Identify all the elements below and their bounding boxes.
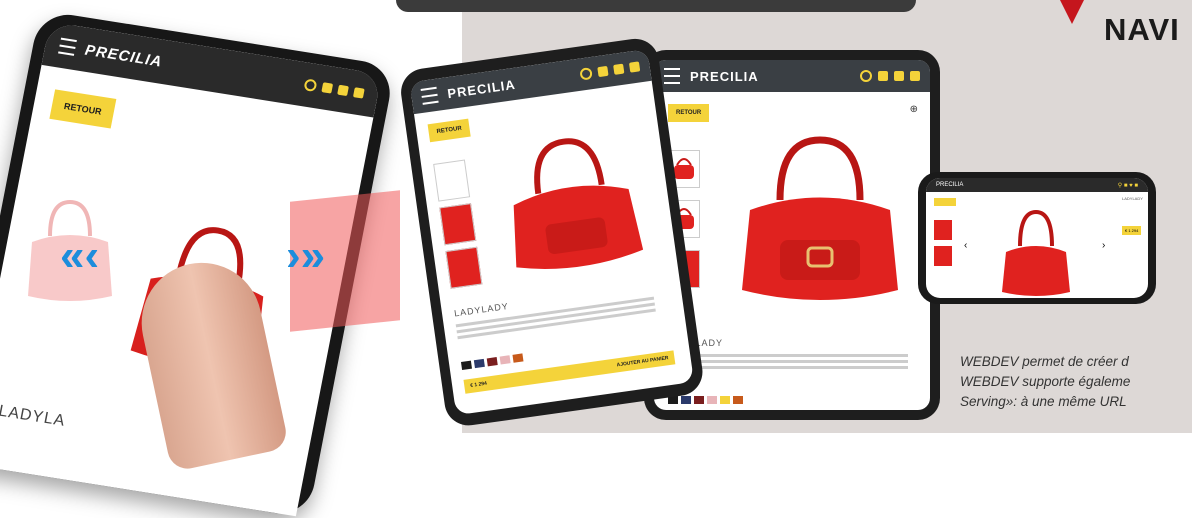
- caption: WEBDEV permet de créer d WEBDEV supporte…: [960, 352, 1192, 412]
- back-button[interactable]: RETOUR: [49, 89, 117, 129]
- swipe-left-icon: «‹: [60, 231, 100, 280]
- brand-logo[interactable]: PRECILIA: [446, 76, 516, 100]
- phone-landscape: PRECILIA ⚲ ■ ♥ ■ ‹ › LADYLADY € 1 294: [918, 172, 1156, 304]
- heart-icon[interactable]: [613, 63, 625, 75]
- next-arrow-icon[interactable]: ›: [1102, 240, 1105, 251]
- swatch-yellow[interactable]: [720, 396, 730, 404]
- header-icons: [303, 78, 365, 99]
- add-to-cart-button[interactable]: AJOUTER AU PANIER: [616, 355, 669, 368]
- menu-icon[interactable]: [420, 86, 439, 105]
- header-icons[interactable]: ⚲ ■ ♥ ■: [1118, 182, 1138, 189]
- back-button[interactable]: RETOUR: [668, 104, 710, 122]
- caption-line-3: Serving»: à une même URL: [960, 394, 1127, 409]
- phone-landscape-screen: PRECILIA ⚲ ■ ♥ ■ ‹ › LADYLADY € 1 294: [926, 178, 1148, 298]
- product-image: [1002, 209, 1070, 296]
- brand-logo[interactable]: PRECILIA: [84, 41, 164, 70]
- red-arrow-icon: [1060, 0, 1084, 24]
- product-name: LADYLA: [0, 402, 67, 430]
- caption-line-2: WEBDEV supporte égaleme: [960, 374, 1131, 389]
- thumbnail-2[interactable]: [439, 203, 477, 246]
- swatch-bordeaux[interactable]: [486, 357, 498, 367]
- thumbnail-1[interactable]: [433, 159, 471, 202]
- color-swatches[interactable]: [460, 353, 524, 370]
- search-icon[interactable]: [579, 67, 593, 81]
- back-button[interactable]: [934, 198, 956, 206]
- swatch-navy[interactable]: [473, 358, 485, 369]
- swatch-black[interactable]: [460, 360, 472, 370]
- device-edge-decoration: [396, 0, 916, 12]
- header-icons: [579, 60, 641, 81]
- bag-icon[interactable]: [597, 65, 609, 78]
- swatch-bordeaux[interactable]: [694, 396, 704, 404]
- caption-line-1: WEBDEV permet de créer d: [960, 354, 1129, 369]
- help-icon[interactable]: [352, 87, 365, 99]
- thumbnail-1[interactable]: [934, 220, 952, 240]
- brand-logo[interactable]: PRECILIA: [690, 69, 759, 84]
- product-image: [742, 136, 898, 300]
- header-icons: [860, 70, 920, 82]
- phone-landscape-header: PRECILIA ⚲ ■ ♥ ■: [926, 178, 1148, 192]
- swatch-pink[interactable]: [499, 355, 511, 365]
- heart-icon[interactable]: [894, 71, 904, 81]
- price: € 1 294: [1122, 226, 1142, 235]
- swatch-navy[interactable]: [681, 396, 691, 404]
- tablet-small-header: PRECILIA: [409, 49, 652, 115]
- swatch-orange[interactable]: [733, 396, 743, 404]
- product-description: [668, 354, 908, 372]
- help-icon[interactable]: [910, 71, 920, 81]
- swipe-right-icon: ›»: [286, 231, 326, 280]
- bag-icon[interactable]: [321, 82, 334, 94]
- product-image: [513, 138, 644, 269]
- heart-icon[interactable]: [337, 84, 349, 97]
- headline-title: NAVI: [1104, 12, 1180, 47]
- price: € 1 294: [469, 380, 488, 389]
- swatch-orange[interactable]: [512, 353, 524, 363]
- bag-icon[interactable]: [878, 71, 888, 81]
- menu-icon[interactable]: [58, 37, 77, 56]
- color-swatches[interactable]: [668, 396, 743, 404]
- tablet-small: PRECILIA RETOUR LADYLADY € 1 294 AJOUTER…: [398, 35, 706, 429]
- swatch-pink[interactable]: [707, 396, 717, 404]
- back-button[interactable]: RETOUR: [427, 118, 471, 143]
- product-name: LADYLADY: [1122, 196, 1143, 201]
- search-icon[interactable]: [303, 78, 318, 93]
- product-name: LADYLADY: [453, 300, 510, 319]
- search-icon[interactable]: [860, 70, 872, 82]
- prev-arrow-icon[interactable]: ‹: [964, 240, 967, 251]
- brand-logo[interactable]: PRECILIA: [936, 182, 963, 188]
- tablet-large-header: PRECILIA: [654, 60, 930, 92]
- thumbnail-2[interactable]: [934, 246, 952, 266]
- thumbnail-3[interactable]: [445, 246, 483, 289]
- menu-icon[interactable]: [664, 68, 680, 84]
- help-icon[interactable]: [628, 61, 641, 73]
- tablet-small-screen: PRECILIA RETOUR LADYLADY € 1 294 AJOUTER…: [409, 49, 694, 416]
- zoom-icon[interactable]: ⊕: [910, 104, 918, 115]
